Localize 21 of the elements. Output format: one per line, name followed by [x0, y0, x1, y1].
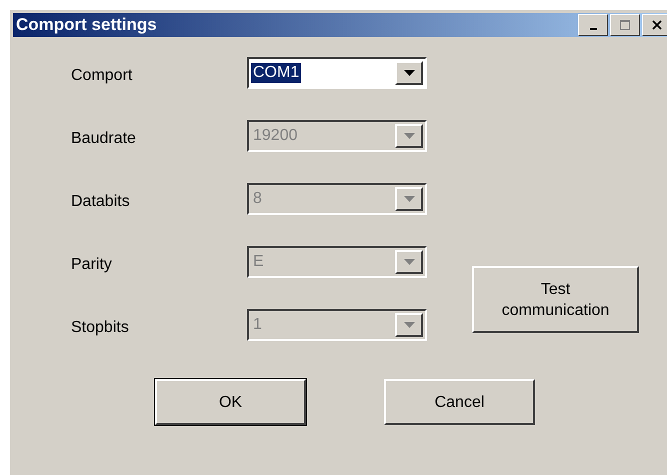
dropdown-field[interactable]: COM1	[247, 57, 427, 89]
minimize-icon	[590, 28, 596, 30]
field-label: Stopbits	[71, 318, 130, 337]
field-label: Baudrate	[71, 129, 137, 148]
dropdown-value: E	[252, 252, 265, 272]
close-button[interactable]	[642, 14, 667, 36]
dropdown-value: 1	[252, 315, 263, 335]
test-communication-button[interactable]: Test communication	[472, 266, 639, 333]
close-icon	[652, 20, 662, 30]
dialog-button[interactable]: Cancel	[384, 379, 535, 425]
field-label: Comport	[71, 66, 134, 85]
maximize-icon	[620, 20, 630, 30]
dropdown-value: 19200	[252, 126, 298, 146]
dropdown-value: COM1	[251, 63, 302, 83]
maximize-button[interactable]	[610, 14, 640, 36]
dialog-button[interactable]: OK	[155, 379, 306, 425]
field-label: Databits	[71, 192, 131, 211]
dropdown-value: 8	[252, 189, 263, 209]
window-title: Comport settings	[16, 15, 157, 35]
field-label: Parity	[71, 255, 113, 274]
minimize-button[interactable]	[578, 14, 608, 36]
